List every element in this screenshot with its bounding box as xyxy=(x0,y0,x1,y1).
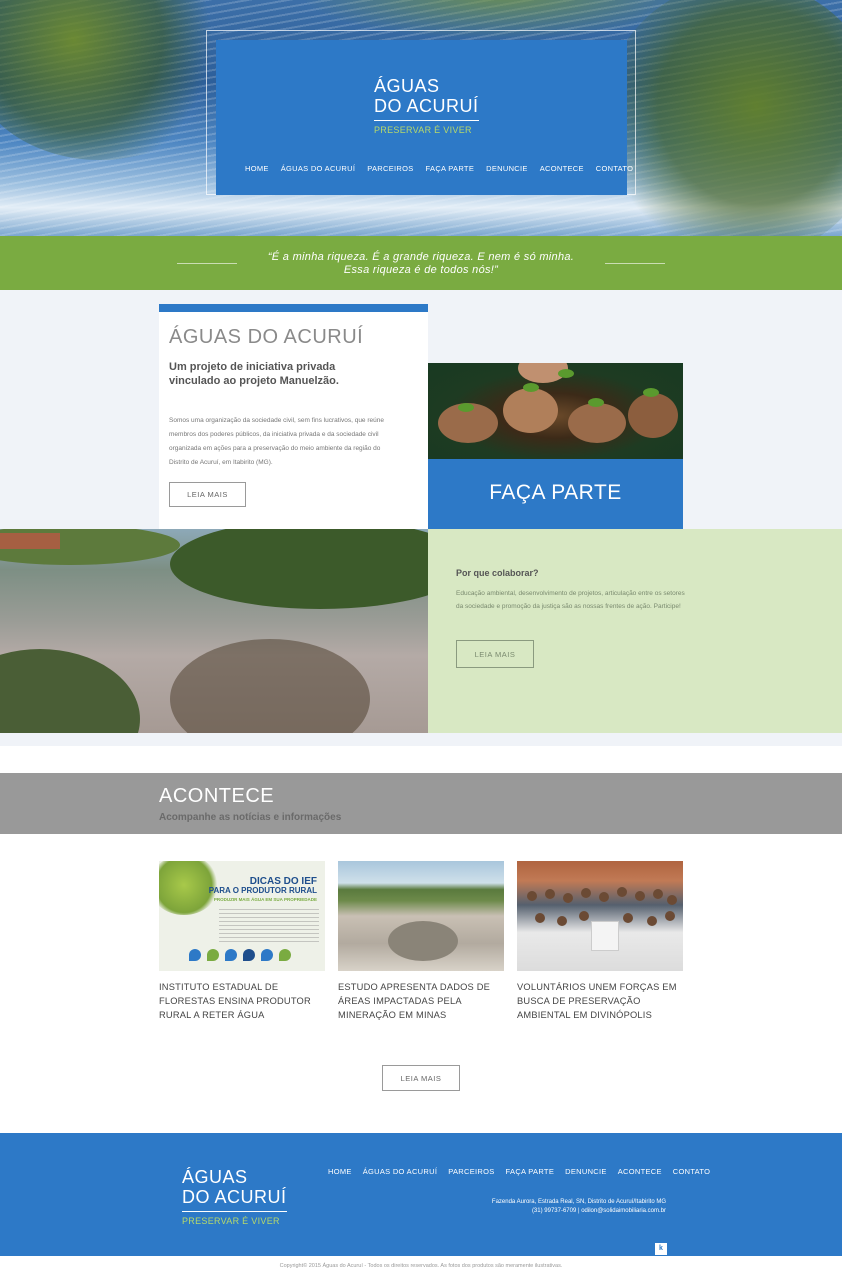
footer-nav: HOME ÁGUAS DO ACURUÍ PARCEIROS FAÇA PART… xyxy=(328,1167,710,1176)
quote-line-2: Essa riqueza é de todos nós!” xyxy=(343,264,499,276)
acontece-subtitle: Acompanhe as notícias e informações xyxy=(159,812,342,823)
footer-contact[interactable]: (31) 99737-6709 | odilon@solidaimobiliar… xyxy=(492,1207,666,1216)
news-image-headline: DICAS DO IEF PARA O PRODUTOR RURAL PRODU… xyxy=(208,876,317,903)
footer-logo-divider xyxy=(182,1211,287,1212)
house xyxy=(0,533,60,549)
about-title: ÁGUAS DO ACURUÍ xyxy=(169,326,364,348)
hero-banner: ÁGUAS DO ACURUÍ PRESERVAR É VIVER HOME Á… xyxy=(0,0,842,236)
faca-parte-banner[interactable]: FAÇA PARTE xyxy=(428,459,683,543)
news-card[interactable]: DICAS DO IEF PARA O PRODUTOR RURAL PRODU… xyxy=(159,861,325,1022)
nav-denuncie[interactable]: DENUNCIE xyxy=(486,164,528,173)
nav-parceiros[interactable]: PARCEIROS xyxy=(367,164,413,173)
footer-nav-parceiros[interactable]: PARCEIROS xyxy=(448,1167,494,1176)
nav-contato[interactable]: CONTATO xyxy=(596,164,634,173)
footer-nav-home[interactable]: HOME xyxy=(328,1167,352,1176)
news-card[interactable]: ESTUDO APRESENTA DADOS DE ÁREAS IMPACTAD… xyxy=(338,861,504,1022)
site-logo[interactable]: ÁGUAS DO ACURUÍ PRESERVAR É VIVER xyxy=(374,76,479,135)
news-image-mining[interactable] xyxy=(338,861,504,971)
quote-text: “É a minha riqueza. É a grande riqueza. … xyxy=(0,251,842,277)
footer-logo-tagline: PRESERVAR É VIVER xyxy=(182,1216,280,1226)
faca-parte-title: FAÇA PARTE xyxy=(489,481,622,504)
footer-address: Fazenda Aurora, Estrada Real, SN, Distri… xyxy=(491,1199,666,1205)
tree-leaves-right xyxy=(602,0,842,236)
about-read-more-button[interactable]: LEIA MAIS xyxy=(169,482,246,507)
agency-badge-icon[interactable]: k xyxy=(655,1243,667,1255)
logo-divider xyxy=(374,120,479,121)
nav-faca-parte[interactable]: FAÇA PARTE xyxy=(426,164,475,173)
footer-logo-line-1: ÁGUAS xyxy=(182,1167,248,1187)
news-image-volunteers[interactable] xyxy=(517,861,683,971)
footer-address-block: Fazenda Aurora, Estrada Real, SN, Distri… xyxy=(492,1198,666,1216)
news-read-more-button[interactable]: LEIA MAIS xyxy=(382,1065,460,1091)
news-title[interactable]: ESTUDO APRESENTA DADOS DE ÁREAS IMPACTAD… xyxy=(338,980,504,1022)
logo-line-2: DO ACURUÍ xyxy=(374,96,479,116)
footer-nav-acontece[interactable]: ACONTECE xyxy=(618,1167,662,1176)
main-nav: HOME ÁGUAS DO ACURUÍ PARCEIROS FAÇA PART… xyxy=(245,164,633,173)
acontece-header: ACONTECE Acompanhe as notícias e informa… xyxy=(0,773,842,834)
footer-nav-faca-parte[interactable]: FAÇA PARTE xyxy=(506,1167,555,1176)
quote-bar: “É a minha riqueza. É a grande riqueza. … xyxy=(0,236,842,290)
footer-nav-contato[interactable]: CONTATO xyxy=(673,1167,711,1176)
nav-acontece[interactable]: ACONTECE xyxy=(540,164,584,173)
footer-nav-denuncie[interactable]: DENUNCIE xyxy=(565,1167,607,1176)
quote-divider-left xyxy=(177,263,237,264)
collaborate-read-more-button[interactable]: LEIA MAIS xyxy=(456,640,534,668)
copyright-text: Copyright© 2015 Águas do Acuruí - Todos … xyxy=(279,1263,563,1269)
quote-divider-right xyxy=(605,263,665,264)
collaborate-panel: Por que colaborar? Educação ambiental, d… xyxy=(428,529,842,733)
about-card: ÁGUAS DO ACURUÍ Um projeto de iniciativa… xyxy=(159,304,428,529)
footer-logo[interactable]: ÁGUAS DO ACURUÍ PRESERVAR É VIVER xyxy=(182,1167,287,1226)
news-card[interactable]: VOLUNTÁRIOS UNEM FORÇAS EM BUSCA DE PRES… xyxy=(517,861,683,1022)
footer: ÁGUAS DO ACURUÍ PRESERVAR É VIVER HOME Á… xyxy=(0,1133,842,1256)
collaborate-body: Educação ambiental, desenvolvimento de p… xyxy=(456,590,685,610)
logo-tagline: PRESERVAR É VIVER xyxy=(374,125,472,135)
logo-line-1: ÁGUAS xyxy=(374,76,440,96)
nav-home[interactable]: HOME xyxy=(245,164,269,173)
news-image-ief[interactable]: DICAS DO IEF PARA O PRODUTOR RURAL PRODU… xyxy=(159,861,325,971)
news-title[interactable]: VOLUNTÁRIOS UNEM FORÇAS EM BUSCA DE PRES… xyxy=(517,980,683,1022)
hands-with-seedlings-image xyxy=(428,363,683,459)
quote-line-1: “É a minha riqueza. É a grande riqueza. … xyxy=(267,251,575,263)
footer-logo-line-2: DO ACURUÍ xyxy=(182,1187,287,1207)
footer-nav-aguas-do-acurui[interactable]: ÁGUAS DO ACURUÍ xyxy=(363,1167,438,1176)
about-subtitle: Um projeto de iniciativa privada vincula… xyxy=(169,361,339,387)
nav-aguas-do-acurui[interactable]: ÁGUAS DO ACURUÍ xyxy=(281,164,356,173)
lake-landscape-image xyxy=(0,529,428,733)
about-body: Somos uma organização da sociedade civil… xyxy=(169,417,384,466)
news-title[interactable]: INSTITUTO ESTADUAL DE FLORESTAS ENSINA P… xyxy=(159,980,325,1022)
collaborate-question: Por que colaborar? xyxy=(456,568,539,578)
acontece-title: ACONTECE xyxy=(159,785,275,807)
